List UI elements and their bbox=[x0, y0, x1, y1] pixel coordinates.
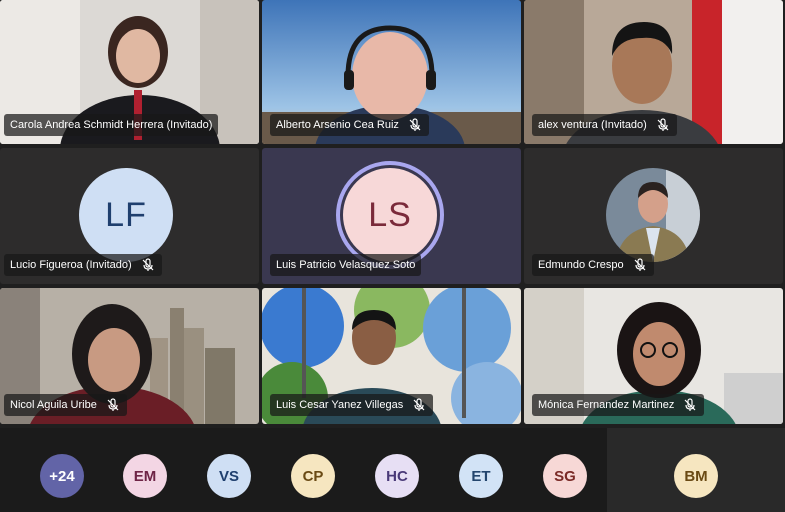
participant-avatar-sg[interactable]: SG bbox=[543, 454, 587, 498]
avatar-tile-luis-patricio[interactable]: LS Luis Patricio Velasquez Soto bbox=[262, 148, 521, 284]
avatar-initials: CP bbox=[302, 467, 324, 485]
participant-name: Lucio Figueroa (Invitado) bbox=[10, 259, 132, 271]
participant-name: Carola Andrea Schmidt Herrera (Invitado) bbox=[10, 119, 213, 131]
video-tile-carola[interactable]: Carola Andrea Schmidt Herrera (Invitado) bbox=[0, 0, 259, 144]
avatar-tile-lucio[interactable]: LF Lucio Figueroa (Invitado) bbox=[0, 148, 259, 284]
more-participants-count: +24 bbox=[49, 467, 75, 485]
participant-avatar-em[interactable]: EM bbox=[123, 454, 167, 498]
participant-avatar-vs[interactable]: VS bbox=[207, 454, 251, 498]
avatar: LF bbox=[79, 168, 173, 262]
self-avatar-bm[interactable]: BM bbox=[674, 454, 718, 498]
more-participants-button[interactable]: +24 bbox=[40, 454, 84, 498]
video-tile-nicol[interactable]: Nicol Aguila Uribe bbox=[0, 288, 259, 424]
participant-name: Luis Cesar Yanez Villegas bbox=[276, 399, 404, 411]
participant-name-tag: Luis Patricio Velasquez Soto bbox=[270, 254, 422, 276]
participant-name: Luis Patricio Velasquez Soto bbox=[276, 259, 416, 271]
participant-name-tag: Luis Cesar Yanez Villegas bbox=[270, 394, 434, 416]
video-tile-luis-cesar[interactable]: Luis Cesar Yanez Villegas bbox=[262, 288, 521, 424]
participant-name: Nicol Aguila Uribe bbox=[10, 399, 97, 411]
mic-muted-icon bbox=[407, 117, 423, 133]
participant-avatar-hc[interactable]: HC bbox=[375, 454, 419, 498]
participant-name-tag: Edmundo Crespo bbox=[532, 254, 654, 276]
participant-name-tag: alex ventura (Invitado) bbox=[532, 114, 677, 136]
avatar-initials: ET bbox=[471, 467, 491, 485]
avatar-initials: SG bbox=[554, 467, 576, 485]
avatar-tile-edmundo[interactable]: Edmundo Crespo bbox=[524, 148, 783, 284]
video-tile-alex[interactable]: alex ventura (Invitado) bbox=[524, 0, 783, 144]
mic-muted-icon bbox=[411, 397, 427, 413]
participant-name-tag: Lucio Figueroa (Invitado) bbox=[4, 254, 162, 276]
participant-name-tag: Nicol Aguila Uribe bbox=[4, 394, 127, 416]
mic-muted-icon bbox=[105, 397, 121, 413]
participant-avatar-cp[interactable]: CP bbox=[291, 454, 335, 498]
mic-muted-icon bbox=[632, 257, 648, 273]
avatar-initials: EM bbox=[133, 467, 157, 485]
avatar-photo bbox=[606, 168, 700, 262]
participant-name: Edmundo Crespo bbox=[538, 259, 624, 271]
participant-name-tag: Mónica Fernandez Martinez bbox=[532, 394, 705, 416]
mic-muted-icon bbox=[655, 117, 671, 133]
mic-muted-icon bbox=[140, 257, 156, 273]
participant-name: alex ventura (Invitado) bbox=[538, 119, 647, 131]
avatar-initials: HC bbox=[386, 467, 408, 485]
avatar-initials: BM bbox=[684, 467, 708, 485]
avatar-initials: LS bbox=[368, 195, 412, 234]
participant-avatar-et[interactable]: ET bbox=[459, 454, 503, 498]
video-tile-alberto[interactable]: Alberto Arsenio Cea Ruiz bbox=[262, 0, 521, 144]
avatar: LS bbox=[343, 168, 437, 262]
participant-name: Alberto Arsenio Cea Ruiz bbox=[276, 119, 399, 131]
participant-name-tag: Alberto Arsenio Cea Ruiz bbox=[270, 114, 429, 136]
avatar-initials: LF bbox=[105, 195, 147, 234]
avatar-initials: VS bbox=[218, 467, 239, 485]
participant-name-tag: Carola Andrea Schmidt Herrera (Invitado) bbox=[4, 114, 219, 136]
participant-name: Mónica Fernandez Martinez bbox=[538, 399, 675, 411]
video-tile-monica[interactable]: Mónica Fernandez Martinez bbox=[524, 288, 783, 424]
mic-muted-icon bbox=[682, 397, 698, 413]
